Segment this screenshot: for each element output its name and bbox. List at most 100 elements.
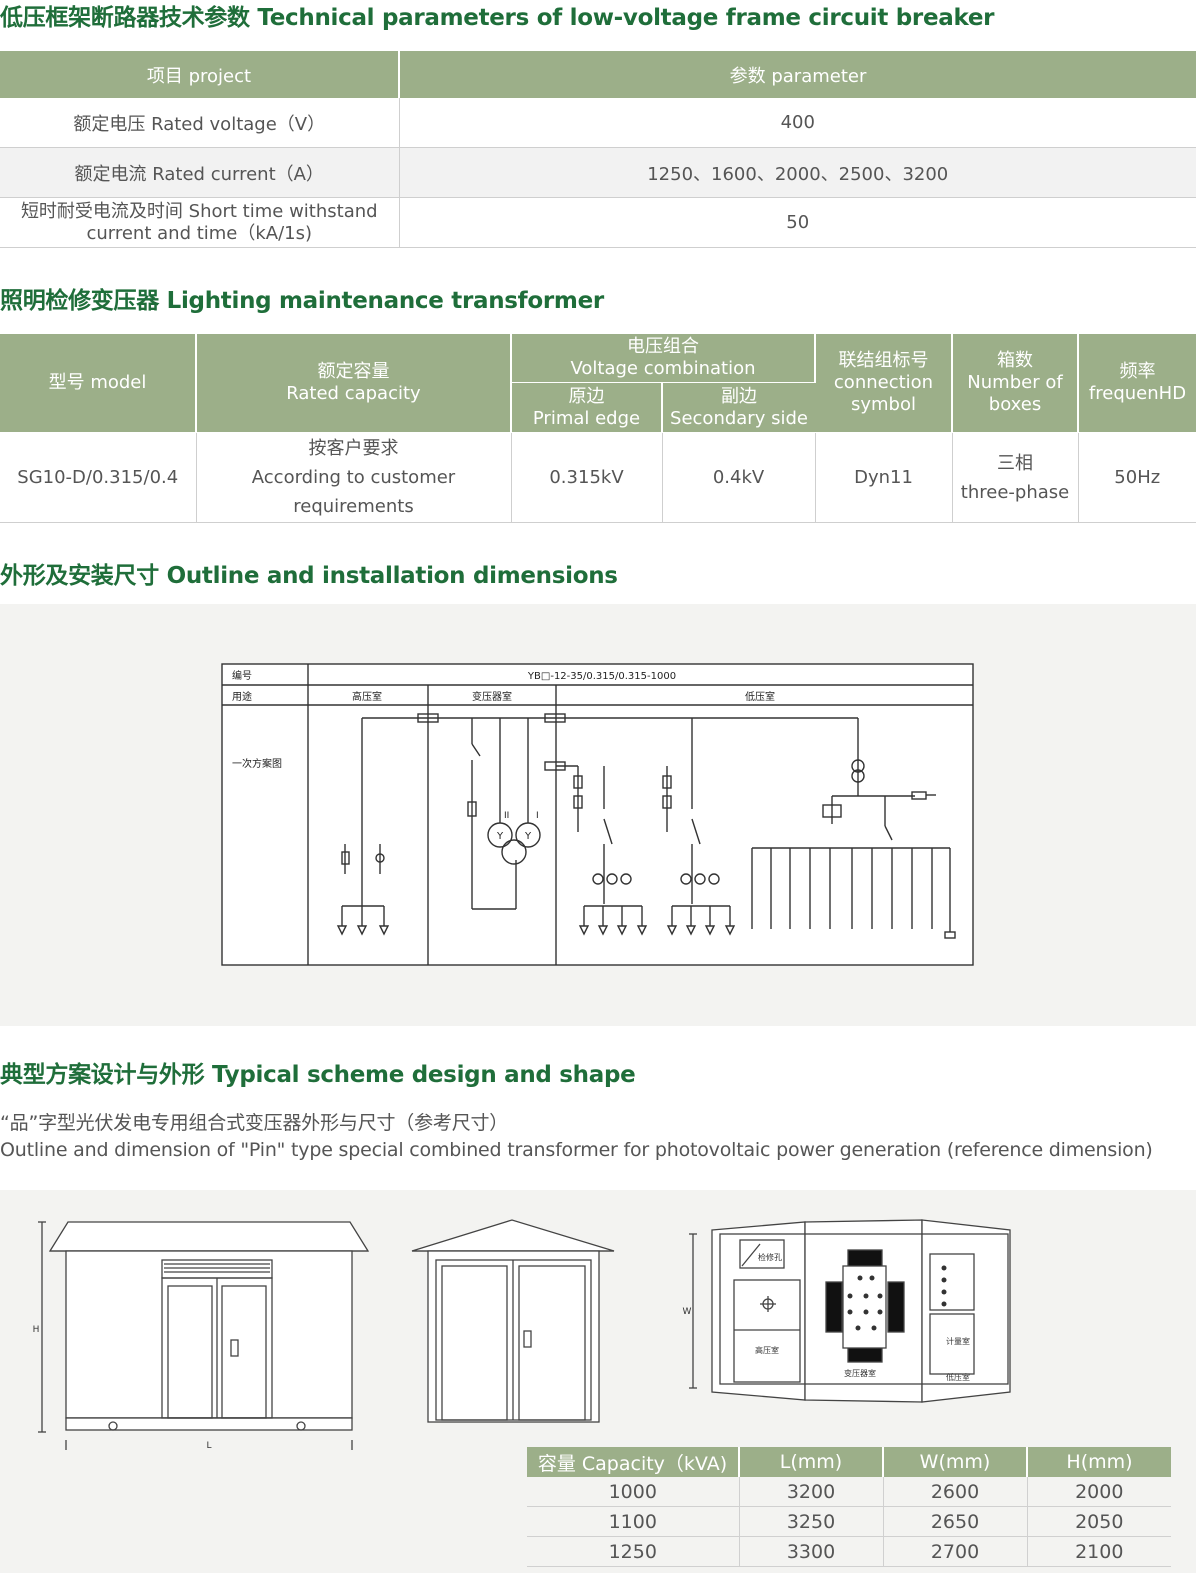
label-meter-room: 计量室: [946, 1336, 970, 1346]
cell-width: 2700: [883, 1536, 1028, 1567]
header-capacity: 额定容量 Rated capacity: [196, 334, 512, 433]
dim-w-label: W: [683, 1307, 692, 1317]
cell-item: 额定电压 Rated voltage（V）: [0, 98, 400, 148]
capacity-dimension-table: 容量 Capacity（kVA) L(mm) W(mm) H(mm) 1000 …: [527, 1447, 1171, 1567]
header-primal-cn: 原边: [568, 385, 605, 407]
cell-item: 短时耐受电流及时间 Short time withstand current an…: [0, 197, 400, 248]
cell-value: 50: [399, 197, 1196, 248]
cell-height: 2050: [1027, 1506, 1171, 1537]
cell-item: 额定电流 Rated current（A）: [0, 147, 400, 198]
header-voltage-cn: 电压组合: [627, 336, 699, 357]
cell-width: 2650: [883, 1506, 1028, 1537]
header-symbol-en2: symbol: [850, 394, 916, 415]
cell-symbol: Dyn11: [815, 432, 953, 523]
header-model: 型号 model: [0, 334, 197, 433]
header-capacity: 容量 Capacity（kVA): [527, 1447, 740, 1477]
cell-length: 3300: [739, 1536, 884, 1567]
cell-capacity: 1100: [527, 1506, 740, 1537]
diagram-winding-symbol-right: Y: [524, 831, 532, 842]
header-symbol-en1: connection: [833, 372, 934, 393]
header-freq-en: frequenHD: [1088, 383, 1187, 404]
header-primal-en: Primal edge: [532, 407, 641, 429]
cell-item-line1: 短时耐受电流及时间 Short time withstand: [20, 200, 378, 222]
label-inspection-hole: 检修孔: [758, 1252, 782, 1262]
transformer-table: 型号 model 额定容量 Rated capacity 电压组合 Voltage …: [0, 334, 1196, 523]
cell-frequency: 50Hz: [1078, 432, 1196, 523]
cell-capacity-cn: 按客户要求: [308, 438, 399, 459]
diagram-room-low: 低压室: [745, 690, 775, 703]
header-parameter: 参数 parameter: [399, 51, 1196, 98]
cell-capacity-en1: According to customer: [251, 467, 456, 488]
breaker-params-table: 项目 project 参数 parameter 额定电压 Rated volta…: [0, 51, 1196, 248]
table-row: 短时耐受电流及时间 Short time withstand current an…: [0, 197, 1196, 248]
diagram-room-high: 高压室: [352, 690, 382, 703]
header-project: 项目 project: [0, 51, 400, 98]
header-voltage-en: Voltage combination: [570, 358, 756, 379]
table-row: 1100 3250 2650 2050: [527, 1506, 1171, 1537]
section-title-outline: 外形及安装尺寸 Outline and installation dimensi…: [0, 563, 618, 589]
cell-height: 2100: [1027, 1536, 1171, 1567]
cell-boxes-en: three-phase: [960, 481, 1070, 503]
table-row: SG10-D/0.315/0.4 按客户要求 According to custo…: [0, 432, 1196, 523]
section-title-transformer: 照明检修变压器 Lighting maintenance transformer: [0, 288, 604, 314]
table-row: 1250 3300 2700 2100: [527, 1536, 1171, 1567]
diagram-winding-2: II: [504, 811, 509, 821]
label-low-room: 低压室: [946, 1372, 970, 1382]
header-primal: 原边 Primal edge: [511, 382, 663, 433]
header-boxes-en1: Number of: [967, 372, 1063, 393]
header-frequency: 频率 frequenHD: [1078, 334, 1196, 433]
header-capacity-en: Rated capacity: [286, 383, 421, 404]
header-freq-cn: 频率: [1119, 361, 1156, 382]
header-boxes-en2: boxes: [988, 394, 1042, 415]
cell-model: SG10-D/0.315/0.4: [0, 432, 197, 523]
cell-primal: 0.315kV: [511, 432, 663, 523]
diagram-model-code: YB□-12-35/0.315/0.315-1000: [527, 671, 676, 682]
scheme-description-en: Outline and dimension of "Pin" type spec…: [0, 1139, 1153, 1161]
table-header-row: 容量 Capacity（kVA) L(mm) W(mm) H(mm): [527, 1447, 1171, 1477]
scheme-description-cn: “品”字型光伏发电专用组合式变压器外形与尺寸（参考尺寸）: [0, 1112, 509, 1134]
outline-drawings: H L W 检修孔 高压室 变压器室 低压室 计量室: [33, 1219, 1011, 1450]
table-header-row: 项目 project 参数 parameter: [0, 51, 1196, 98]
diagram-label-scheme: 一次方案图: [232, 757, 282, 770]
cell-boxes-cn: 三相: [997, 452, 1033, 474]
header-secondary-en: Secondary side: [670, 407, 808, 429]
header-length: L(mm): [739, 1447, 884, 1477]
section-title-breaker: 低压框架断路器技术参数 Technical parameters of low-…: [0, 5, 995, 31]
label-high-room: 高压室: [755, 1345, 779, 1355]
header-symbol: 联结组标号 connection symbol: [815, 334, 953, 433]
header-symbol-cn: 联结组标号: [838, 350, 929, 371]
cell-boxes: 三相 three-phase: [952, 432, 1079, 523]
table-header-row: 型号 model 额定容量 Rated capacity 电压组合 Voltage …: [0, 334, 1196, 433]
header-secondary: 副边 Secondary side: [662, 382, 815, 433]
header-width: W(mm): [883, 1447, 1028, 1477]
header-capacity-cn: 额定容量: [317, 361, 390, 382]
header-boxes-cn: 箱数: [997, 350, 1033, 371]
cell-capacity: 1250: [527, 1536, 740, 1567]
single-line-diagram: 编号 用途 YB□-12-35/0.315/0.315-1000 高压室 变压器…: [221, 663, 974, 966]
cell-value: 400: [399, 98, 1196, 148]
scheme-diagram-panel: 编号 用途 YB□-12-35/0.315/0.315-1000 高压室 变压器…: [0, 604, 1196, 1026]
header-voltage: 电压组合 Voltage combination: [511, 334, 816, 383]
cell-capacity: 1000: [527, 1477, 740, 1507]
cell-capacity-en2: requirements: [293, 496, 414, 517]
header-boxes: 箱数 Number of boxes: [952, 334, 1079, 433]
cell-width: 2600: [883, 1477, 1028, 1507]
header-height: H(mm): [1027, 1447, 1171, 1477]
table-row: 额定电流 Rated current（A） 1250、1600、2000、250…: [0, 147, 1196, 198]
diagram-room-transformer: 变压器室: [472, 690, 512, 703]
cell-value: 1250、1600、2000、2500、3200: [399, 147, 1196, 198]
diagram-label-number: 编号: [232, 669, 252, 682]
table-row: 额定电压 Rated voltage（V） 400: [0, 98, 1196, 148]
label-transformer-room: 变压器室: [844, 1368, 876, 1378]
diagram-winding-symbol-left: Y: [496, 831, 504, 842]
cell-secondary: 0.4kV: [662, 432, 816, 523]
section-title-scheme: 典型方案设计与外形 Typical scheme design and shap…: [0, 1062, 636, 1088]
dim-l-label: L: [206, 1441, 211, 1450]
cell-length: 3250: [739, 1506, 884, 1537]
header-secondary-cn: 副边: [721, 385, 757, 407]
cell-capacity: 按客户要求 According to customer requirements: [196, 432, 512, 523]
cell-item-line2: current and time（kA/1s): [86, 222, 313, 244]
diagram-label-use: 用途: [232, 690, 252, 703]
dim-h-label: H: [33, 1325, 40, 1335]
diagram-winding-1: I: [536, 811, 539, 821]
